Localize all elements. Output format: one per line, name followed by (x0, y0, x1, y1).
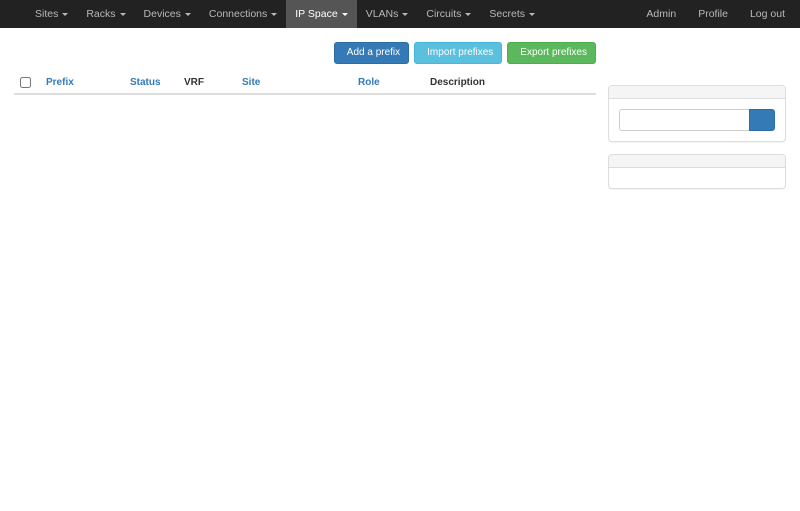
column-header-prefix[interactable]: Prefix (40, 72, 124, 94)
nav-user-menu: Admin Profile Log out (633, 0, 794, 28)
prefixes-table: PrefixStatusVRFSiteRoleDescription (14, 72, 596, 95)
nav-item-secrets[interactable]: Secrets (480, 0, 544, 28)
caret-down-icon (342, 13, 348, 16)
nav-item-log-out[interactable]: Log out (737, 0, 794, 28)
search-panel-title (609, 86, 785, 99)
navbar-brand[interactable] (6, 0, 26, 28)
filter-panel (608, 154, 786, 189)
caret-down-icon (62, 13, 68, 16)
select-all-checkbox[interactable] (20, 77, 31, 88)
nav-item-sites[interactable]: Sites (26, 0, 77, 28)
import-prefixes-button[interactable]: Import prefixes (414, 42, 502, 64)
column-header-site[interactable]: Site (236, 72, 352, 94)
column-header-description: Description (424, 72, 596, 94)
caret-down-icon (185, 13, 191, 16)
navbar: Sites Racks Devices Connections IP Space… (0, 0, 800, 28)
search-input[interactable] (619, 109, 749, 131)
caret-down-icon (402, 13, 408, 16)
nav-item-ip-space[interactable]: IP Space (286, 0, 356, 28)
search-panel (608, 85, 786, 142)
nav-item-vlans[interactable]: VLANs (357, 0, 418, 28)
nav-item-admin[interactable]: Admin (633, 0, 685, 28)
page-content: Add a prefix Import prefixes Export pref… (0, 28, 800, 201)
nav-item-profile[interactable]: Profile (685, 0, 737, 28)
page-actions: Add a prefix Import prefixes Export pref… (334, 42, 596, 64)
column-header-status[interactable]: Status (124, 72, 178, 94)
main-column: Add a prefix Import prefixes Export pref… (14, 36, 596, 95)
column-header-vrf: VRF (178, 72, 236, 94)
nav-item-connections[interactable]: Connections (200, 0, 286, 28)
nav-item-circuits[interactable]: Circuits (417, 0, 480, 28)
page-header: Add a prefix Import prefixes Export pref… (14, 38, 596, 64)
search-button[interactable] (749, 109, 775, 131)
filter-panel-title (609, 155, 785, 168)
caret-down-icon (529, 13, 535, 16)
nav-item-devices[interactable]: Devices (135, 0, 200, 28)
column-header-role[interactable]: Role (352, 72, 424, 94)
sidebar (608, 85, 786, 201)
export-prefixes-button[interactable]: Export prefixes (507, 42, 596, 64)
nav-item-racks[interactable]: Racks (77, 0, 134, 28)
add-a-prefix-button[interactable]: Add a prefix (334, 42, 409, 64)
table-header-row: PrefixStatusVRFSiteRoleDescription (14, 72, 596, 94)
caret-down-icon (120, 13, 126, 16)
caret-down-icon (271, 13, 277, 16)
nav-menu: Sites Racks Devices Connections IP Space… (26, 0, 544, 28)
caret-down-icon (465, 13, 471, 16)
